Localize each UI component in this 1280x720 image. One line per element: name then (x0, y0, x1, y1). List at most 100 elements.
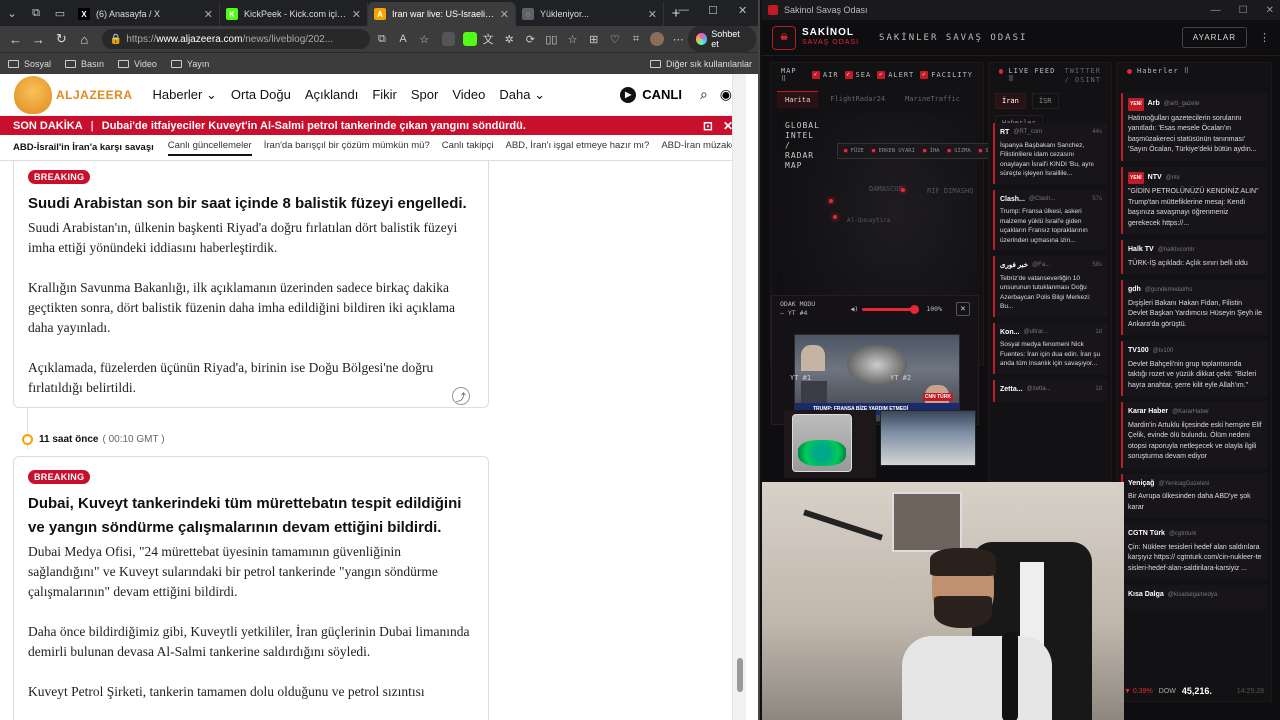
map-filter-checkbox[interactable]: ✓ ALERT (877, 71, 914, 79)
subnav-item[interactable]: Canlı güncellemeler (167, 140, 252, 156)
back-button[interactable]: ← (4, 28, 27, 50)
subnav-item[interactable]: Canlı takipçi (442, 140, 494, 156)
subnav-title[interactable]: ABD-İsrail'in İran'a karşı savaşı (13, 142, 154, 153)
translate-icon[interactable]: 文 (479, 29, 498, 49)
other-favorites[interactable]: Diğer sık kullanılanlar (649, 59, 752, 69)
aljazeera-logo[interactable]: ALJAZEERA (14, 75, 133, 114)
collections-icon[interactable]: ⊞ (584, 29, 603, 49)
live-button[interactable]: ▶ CANLI (620, 86, 682, 103)
feed-item[interactable]: Karar Haber @KararHaber Mardin'in Artuklu … (1121, 402, 1267, 468)
split-icon[interactable]: ▯▯ (542, 29, 561, 49)
volume-knob[interactable] (910, 304, 920, 314)
yt2-video[interactable] (880, 410, 976, 466)
feed-item[interactable]: CGTN Türk @cgtnturk Çin: Nükleer tesisleri… (1121, 524, 1267, 579)
focus-video[interactable]: CNN TÜRK TRUMP: FRANSA BİZE YARDIM ETMED… (794, 334, 960, 422)
feed-item[interactable]: gdh @gundemedairhs Dışişleri Bakanı Hakan … (1121, 280, 1267, 335)
subnav-item[interactable]: ABD, İran'ı işgal etmeye hazır mı? (506, 140, 650, 156)
volume-track[interactable] (862, 304, 920, 314)
tab-actions-icon[interactable]: ⌄ (0, 0, 24, 26)
nav-item[interactable]: Spor (411, 87, 438, 103)
search-icon[interactable]: ⌕ (700, 86, 708, 103)
extension-icon[interactable]: ✲ (500, 29, 519, 49)
map-marker[interactable] (833, 215, 837, 219)
account-icon[interactable]: ◉ (720, 86, 732, 103)
close-window-button[interactable]: ✕ (738, 4, 747, 17)
more-menu-icon[interactable]: ⋯ (669, 29, 688, 49)
close-icon[interactable]: ✕ (956, 302, 970, 316)
feed-tab[interactable]: İran (995, 93, 1026, 109)
screenshot-icon[interactable]: ⌗ (626, 29, 645, 49)
feed-tab[interactable]: İSR (1031, 93, 1059, 109)
scrollbar-thumb[interactable] (737, 658, 743, 692)
map-filter-checkbox[interactable]: ✓ FACILITY (920, 71, 973, 79)
browser-tab[interactable]: K KickPeek - Kick.com için Gerç ✕ (220, 2, 368, 26)
yt1-video[interactable] (784, 410, 876, 478)
bookmark-folder[interactable]: Sosyal (8, 59, 51, 69)
more-menu-icon[interactable]: ⋮ (1259, 31, 1270, 44)
maximize-button[interactable]: ☐ (1239, 5, 1248, 16)
close-window-button[interactable]: ✕ (1266, 5, 1274, 16)
extension-icon[interactable] (441, 32, 456, 46)
split-screen-icon[interactable]: ⧉ (372, 29, 391, 49)
nav-item[interactable]: Haberler ⌄ (153, 87, 217, 103)
home-button[interactable]: ⌂ (73, 28, 96, 50)
map-tab[interactable]: FlightRadar24 (822, 91, 893, 108)
bookmark-folder[interactable]: Yayın (170, 59, 209, 69)
reload-button[interactable]: ↻ (50, 28, 73, 50)
url-field[interactable]: 🔒 https://www.aljazeera.com/news/liveblo… (101, 29, 371, 49)
browser-essentials-icon[interactable]: ♡ (605, 29, 624, 49)
read-aloud-icon[interactable]: A (393, 29, 412, 49)
forward-button[interactable]: → (27, 28, 50, 50)
map-filter-checkbox[interactable]: ✓ SEA (844, 71, 872, 79)
tab-close-icon[interactable]: ✕ (352, 8, 361, 21)
nav-item[interactable]: Orta Doğu (231, 87, 291, 103)
nav-item[interactable]: Açıklandı (305, 87, 358, 103)
nav-item[interactable]: Video (452, 87, 485, 103)
share-icon[interactable]: ⤴ (452, 387, 470, 405)
minimize-button[interactable]: — (678, 4, 689, 16)
tab-close-icon[interactable]: ✕ (204, 8, 213, 21)
map-tab[interactable]: MarineTraffic (897, 91, 968, 108)
minimize-button[interactable]: — (1211, 5, 1221, 16)
feed-item[interactable]: RT @RT_com 44s İspanya Başbakanı Sanchez, F… (993, 123, 1107, 184)
nav-item[interactable]: Fikir (372, 87, 397, 103)
extension-icon[interactable] (463, 32, 477, 46)
expand-icon[interactable]: ⊡ (703, 119, 713, 133)
subnav-item[interactable]: İran'da barışçıl bir çözüm mümkün mü? (264, 140, 430, 156)
browser-tab[interactable]: ◌ Yükleniyor... ✕ (516, 2, 664, 26)
maximize-button[interactable]: ☐ (708, 4, 718, 17)
feed-item[interactable]: Clash... @Clash... 57s Trump: Fransa ülkesi… (993, 189, 1107, 250)
page-scrollbar[interactable] (732, 74, 746, 720)
feed-item[interactable]: Halk TV @halktvcomtr TÜRK-İŞ açıkladı: Açl… (1121, 240, 1267, 274)
feed-item[interactable]: Zetta... @zetta... 1d (993, 379, 1107, 402)
feed-item[interactable]: Kısa Dalga @kisadalgamedya (1121, 585, 1267, 609)
feed-item[interactable]: Kon... @ultrar... 1d Sosyal medya fenomeni … (993, 322, 1107, 374)
bookmark-folder[interactable]: Video (118, 59, 157, 69)
feed-item[interactable]: TV100 @tv100 Devlet Bahçeli'nin grup topla… (1121, 341, 1267, 396)
refresh-icon[interactable]: ⟳ (521, 29, 540, 49)
browser-tab[interactable]: A Iran war live: US-Israeli strike ✕ (368, 2, 516, 26)
map-marker[interactable] (829, 199, 833, 203)
bookmark-folder[interactable]: Basın (65, 59, 104, 69)
browser-tab[interactable]: X (6) Anasayfa / X ✕ (72, 2, 220, 26)
feed-item[interactable]: YENİ NTV @ntv "GİDİN PETROLÜNÜZÜ KENDİNİZ A… (1121, 166, 1267, 234)
tab-overview-icon[interactable]: ▭ (48, 0, 72, 26)
favorites-icon[interactable]: ☆ (563, 29, 582, 49)
settings-button[interactable]: AYARLAR (1181, 27, 1247, 48)
feed-item[interactable]: YENİ Arb @arti_gazete Hatimoğulları gazetec… (1121, 93, 1267, 161)
tab-close-icon[interactable]: ✕ (500, 8, 509, 21)
profile-avatar[interactable] (648, 29, 667, 49)
copilot-button[interactable]: Sohbet et (687, 26, 756, 52)
map-tab[interactable]: Harita (777, 91, 819, 108)
favorite-star-icon[interactable]: ☆ (415, 29, 434, 49)
nav-item[interactable]: Daha ⌄ (499, 87, 545, 103)
map-marker[interactable] (901, 188, 905, 192)
volume-slider[interactable]: ◀) 100% (851, 304, 942, 314)
breaking-banner[interactable]: SON DAKİKA | Dubai'de itfaiyeciler Kuvey… (0, 116, 746, 135)
tab-close-icon[interactable]: ✕ (648, 8, 657, 21)
feed-item[interactable]: Yeniçağ @YenicagGazetesi Bir Avrupa ülkesi… (1121, 473, 1267, 518)
map-filter-checkbox[interactable]: ✓ AIR (811, 71, 839, 79)
workspaces-icon[interactable]: ⧉ (24, 0, 48, 26)
focus-label: ODAK MODU — YT #4 (780, 300, 816, 317)
feed-item[interactable]: خبر فوری @Fa... 58s Tebriz'de vatanseverliğ… (993, 256, 1107, 317)
